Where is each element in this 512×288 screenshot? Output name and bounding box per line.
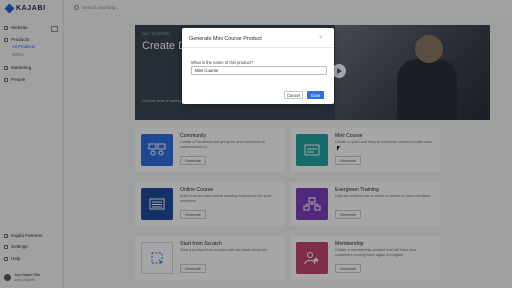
close-icon[interactable]: ×: [319, 35, 323, 41]
dialog-title: Generate Mini Course Product: [189, 36, 262, 42]
product-name-input[interactable]: [191, 66, 327, 75]
product-name-label: What is the name of this product?: [191, 60, 254, 65]
mouse-cursor-icon: [337, 146, 340, 151]
cancel-button[interactable]: Cancel: [284, 91, 303, 99]
save-button[interactable]: Save: [307, 91, 324, 99]
generate-product-dialog: Generate Mini Course Product × What is t…: [182, 28, 334, 104]
dialog-divider: [182, 47, 334, 48]
